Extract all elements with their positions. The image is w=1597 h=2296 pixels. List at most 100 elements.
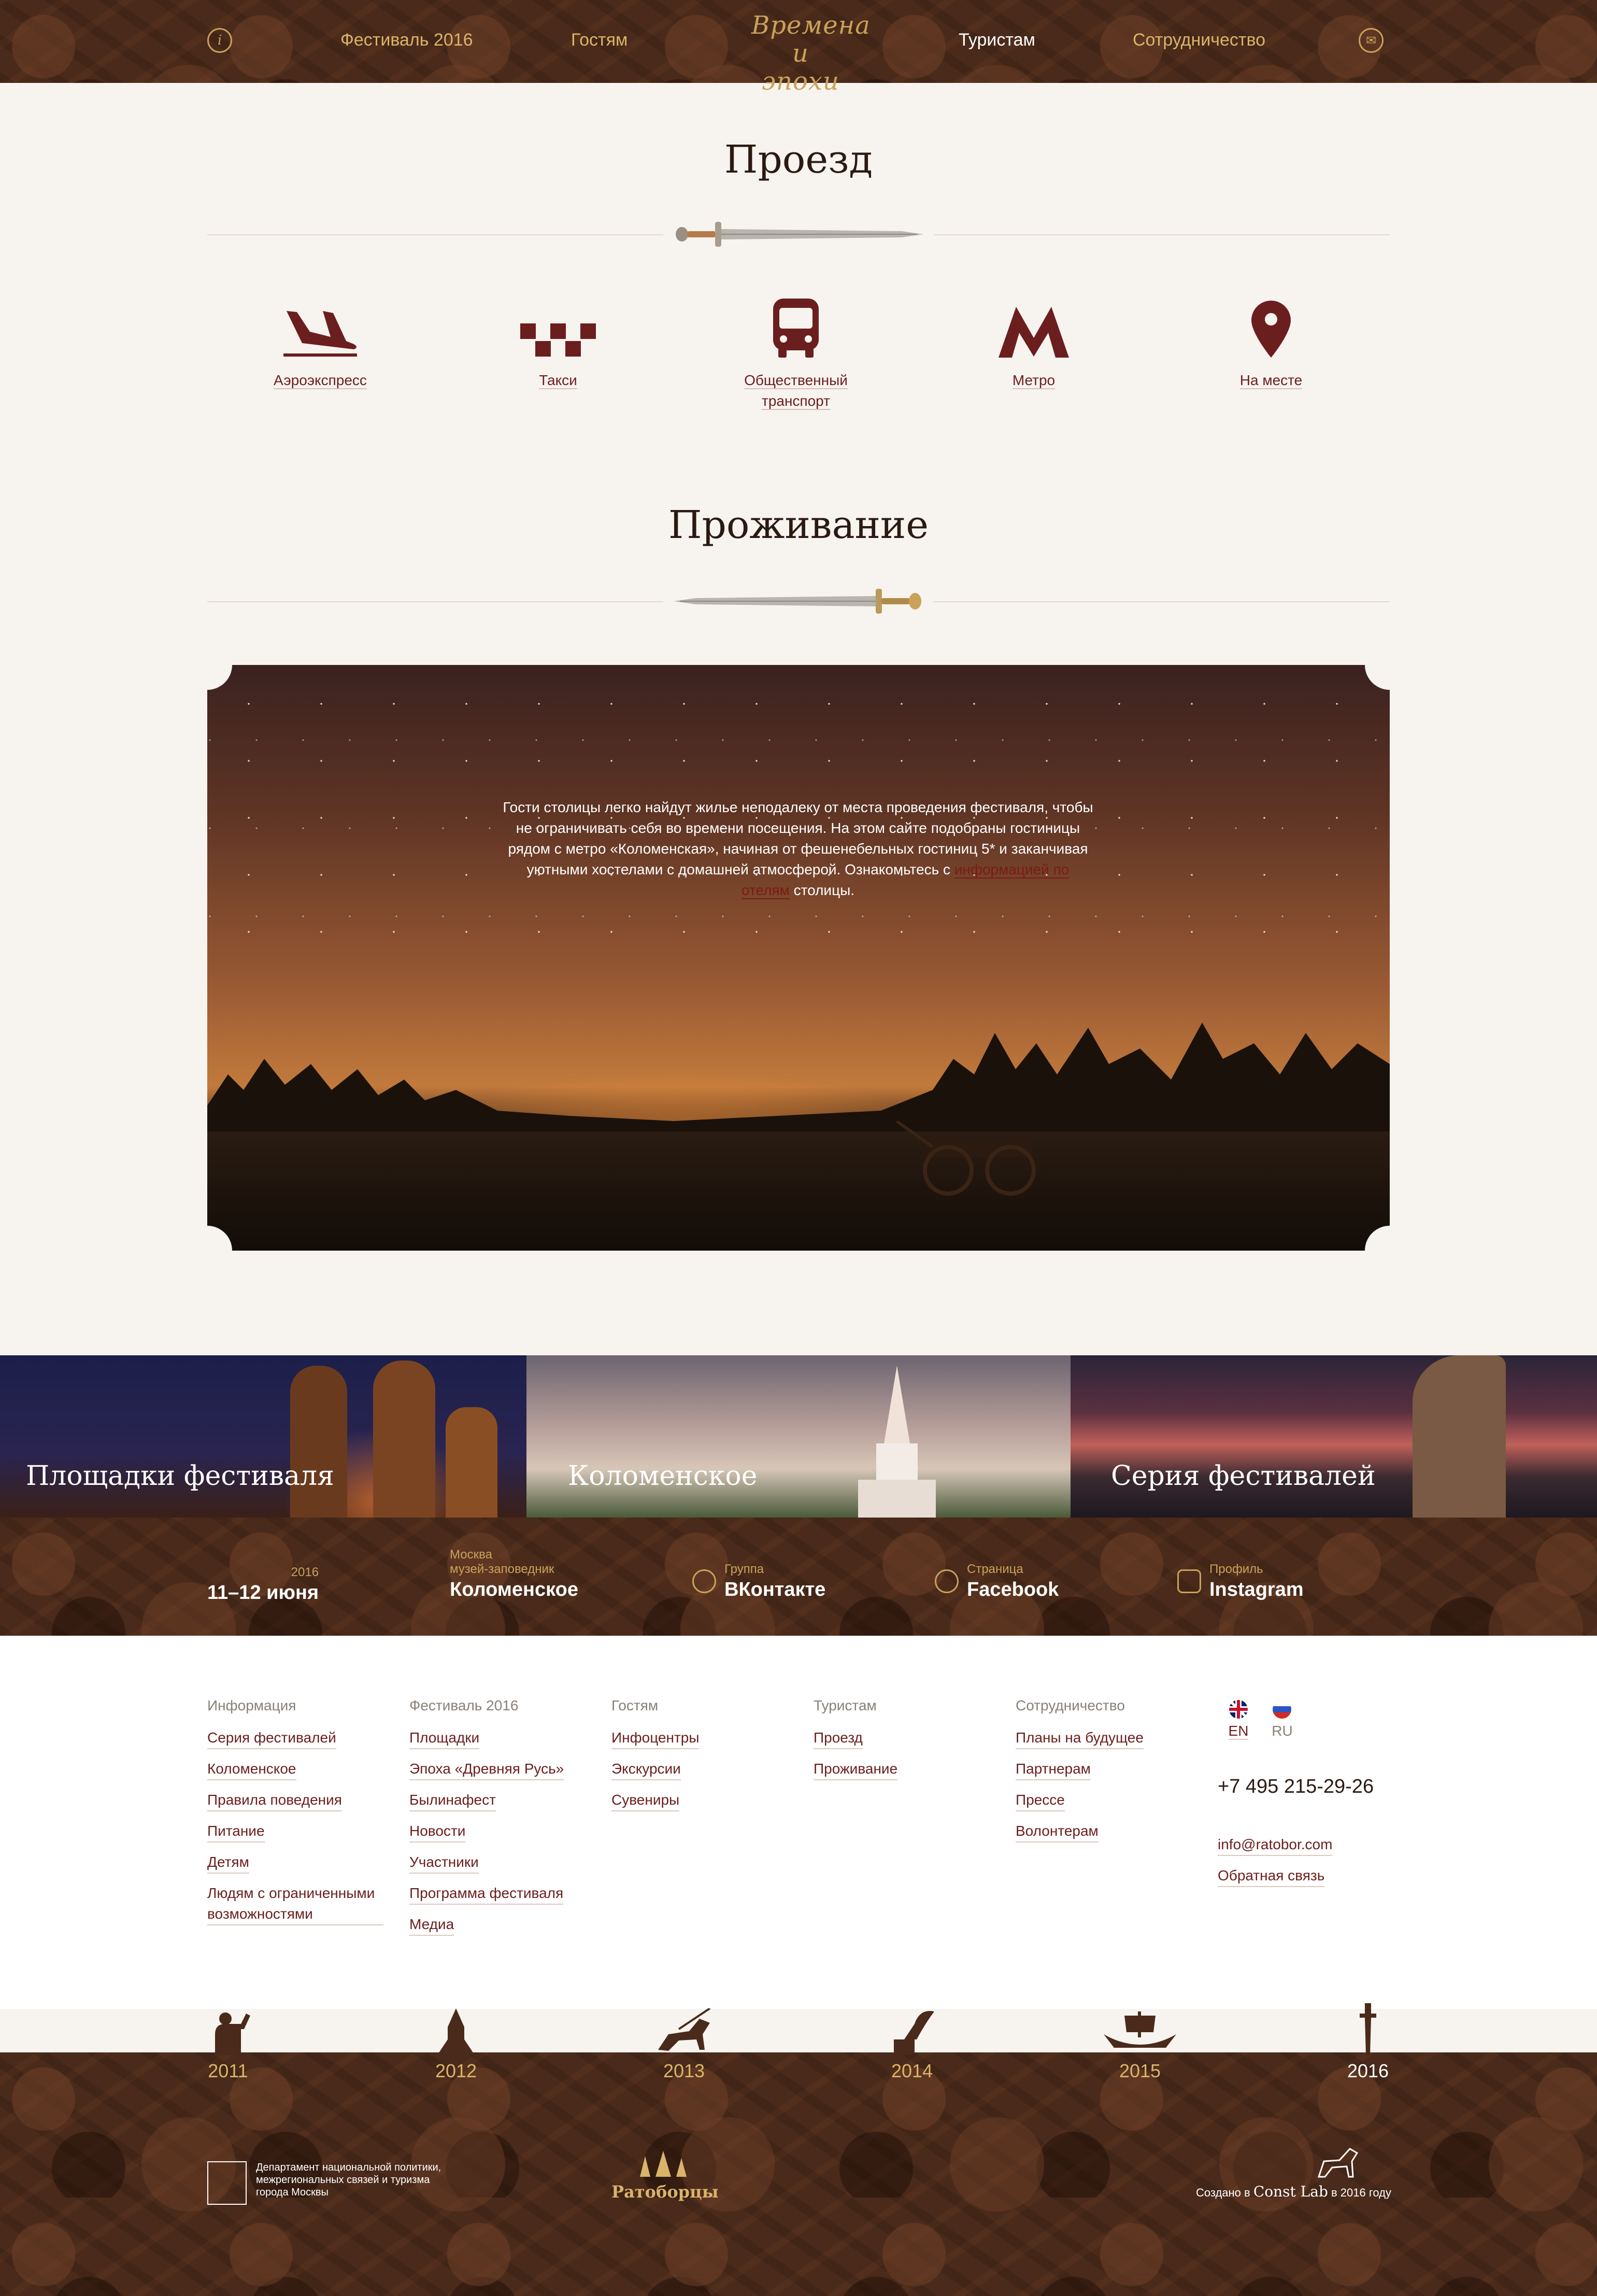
date-year: 2016 (291, 1565, 319, 1579)
tile-caption: Коломенское (568, 1461, 758, 1492)
vk-link[interactable]: Группа ВКонтакте (724, 1562, 825, 1601)
date-value: 11–12 июня (207, 1582, 319, 1604)
nav-cooperation[interactable]: Сотрудничество (1133, 30, 1265, 50)
facebook-link[interactable]: Страница Facebook (967, 1562, 1059, 1601)
footer-link[interactable]: Волонтерам (1016, 1821, 1099, 1843)
lang-label: RU (1272, 1723, 1293, 1739)
sword-upright-icon (1360, 2003, 1376, 2055)
info-icon[interactable]: i (207, 28, 232, 53)
year-label: 2016 (1347, 2060, 1389, 2081)
year-label: 2012 (435, 2060, 477, 2081)
footer-link[interactable]: Серия фестивалей (207, 1727, 336, 1749)
moscow-emblem-icon (207, 2161, 247, 2205)
idol-carving (373, 1360, 435, 1518)
church-silhouette (858, 1366, 936, 1518)
year-2013[interactable]: 2013 (643, 2008, 725, 2082)
sword-icon (674, 589, 921, 614)
column-heading: Фестиваль 2016 (409, 1697, 519, 1713)
footer-column-info: Информация Серия фестивалей Коломенское … (207, 1697, 404, 1935)
venue-name: Коломенское (450, 1579, 579, 1600)
year-2015[interactable]: 2015 (1099, 2008, 1181, 2082)
horse-logo-icon (1317, 2148, 1359, 2178)
tile-festival-series[interactable]: Серия фестивалей (1071, 1355, 1597, 1518)
email-link[interactable]: info@ratobor.com (1218, 1834, 1333, 1856)
footer-link[interactable]: Питание (207, 1821, 265, 1843)
feedback-link[interactable]: Обратная связь (1218, 1865, 1325, 1887)
facebook-icon (935, 1569, 959, 1593)
footer-link[interactable]: Былинафест (409, 1790, 496, 1811)
footer-link[interactable]: Медиа (409, 1914, 454, 1936)
facebook-caption: Страница (967, 1562, 1023, 1576)
nav-festival-2016[interactable]: Фестиваль 2016 (340, 30, 473, 50)
sword-divider (207, 214, 1390, 255)
lang-ru[interactable]: RU (1261, 1700, 1303, 1739)
mail-icon[interactable]: ✉ (1359, 28, 1384, 53)
logo-line-1: Времена (751, 11, 871, 40)
year-label: 2015 (1119, 2060, 1161, 2081)
footer-link[interactable]: Партнерам (1016, 1759, 1091, 1780)
vk-caption: Группа (724, 1562, 764, 1576)
instagram-link[interactable]: Профиль Instagram (1209, 1562, 1304, 1601)
transport-aeroexpress[interactable]: Аэроэкспресс (243, 295, 398, 391)
footer-link[interactable]: Участники (409, 1852, 479, 1874)
footer-link[interactable]: Детям (207, 1852, 249, 1874)
warrior-horn-icon (215, 2012, 250, 2055)
moscow-department[interactable]: Департамент национальной политики, межре… (207, 2161, 466, 2205)
footer-link[interactable]: Экскурсии (611, 1759, 681, 1780)
accommodation-title: Проживание (668, 503, 929, 547)
footer-column-cooperation: Сотрудничество Планы на будущее Партнера… (1016, 1697, 1213, 1852)
footer-link[interactable]: Людям с ограниченными возможностями (207, 1883, 383, 1925)
lang-en[interactable]: EN (1218, 1700, 1259, 1740)
forest-silhouette (207, 1023, 1390, 1147)
footer-link[interactable]: Правила поведения (207, 1790, 342, 1811)
dept-name: Департамент национальной политики, межре… (256, 2162, 441, 2198)
year-2011[interactable]: 2011 (187, 2008, 269, 2082)
transport-label: На месте (1239, 372, 1303, 389)
site-logo[interactable]: Времена и эпохи (751, 11, 871, 95)
instagram-caption: Профиль (1209, 1562, 1263, 1576)
accommodation-hero: Гости столицы легко найдут жилье неподал… (207, 665, 1390, 1251)
nav-guests[interactable]: Гостям (571, 30, 628, 50)
tile-festival-venues[interactable]: Площадки фестиваля (0, 1355, 526, 1518)
transport-public[interactable]: Общественный транспорт (718, 295, 874, 412)
year-2012[interactable]: 2012 (415, 2008, 497, 2082)
ratobor-logo[interactable]: Ратоборцы (611, 2151, 719, 2202)
footer-link[interactable]: Программа фестиваля (409, 1883, 564, 1905)
vk-label: ВКонтакте (724, 1579, 826, 1600)
footer-link[interactable]: Инфоцентры (611, 1727, 700, 1749)
horseman-icon (658, 2008, 711, 2051)
venue-caption: Москва музей-заповедник (450, 1548, 554, 1576)
ratobor-label: Ратоборцы (611, 2182, 719, 2202)
nav-tourists[interactable]: Туристам (959, 30, 1035, 50)
footer-link[interactable]: Эпоха «Древняя Русь» (409, 1759, 564, 1780)
festival-date: 2016 11–12 июня (207, 1565, 319, 1604)
made-by[interactable]: Создано в Const Lab в 2016 году (1161, 2146, 1391, 2200)
made-prefix: Создано в (1195, 2186, 1253, 2199)
footer-link[interactable]: Прессе (1016, 1790, 1065, 1811)
info-strip: 2016 11–12 июня Москва музей-заповедник … (0, 1518, 1597, 1636)
column-heading: Информация (207, 1697, 296, 1713)
tile-caption: Площадки фестиваля (26, 1461, 334, 1492)
footer-link[interactable]: Проживание (814, 1759, 898, 1780)
footer-link[interactable]: Планы на будущее (1016, 1727, 1144, 1749)
cart-silhouette (896, 1121, 1036, 1196)
tile-caption: Серия фестивалей (1111, 1461, 1376, 1492)
transport-metro[interactable]: Метро (956, 295, 1111, 391)
year-2016[interactable]: 2016 (1327, 2003, 1409, 2082)
tile-kolomenskoye[interactable]: Коломенское (526, 1355, 1071, 1518)
russia-flag-icon (1273, 1700, 1292, 1719)
footer-link[interactable]: Коломенское (207, 1759, 296, 1780)
transport-label: Метро (1012, 372, 1056, 389)
transport-taxi[interactable]: Такси (480, 295, 636, 391)
location-pin-icon (1251, 301, 1291, 358)
footer-link[interactable]: Сувениры (611, 1790, 680, 1811)
year-label: 2014 (891, 2060, 933, 2081)
transport-label: Аэроэкспресс (274, 372, 367, 389)
footer-link[interactable]: Проезд (814, 1727, 863, 1749)
year-2014[interactable]: 2014 (871, 2008, 953, 2082)
phone-number[interactable]: +7 495 215-29-26 (1218, 1776, 1389, 1798)
footer-link[interactable]: Площадки (409, 1727, 480, 1749)
festival-venue[interactable]: Москва музей-заповедник Коломенское (450, 1548, 578, 1601)
transport-onsite[interactable]: На месте (1193, 295, 1349, 391)
footer-link[interactable]: Новости (409, 1821, 466, 1843)
